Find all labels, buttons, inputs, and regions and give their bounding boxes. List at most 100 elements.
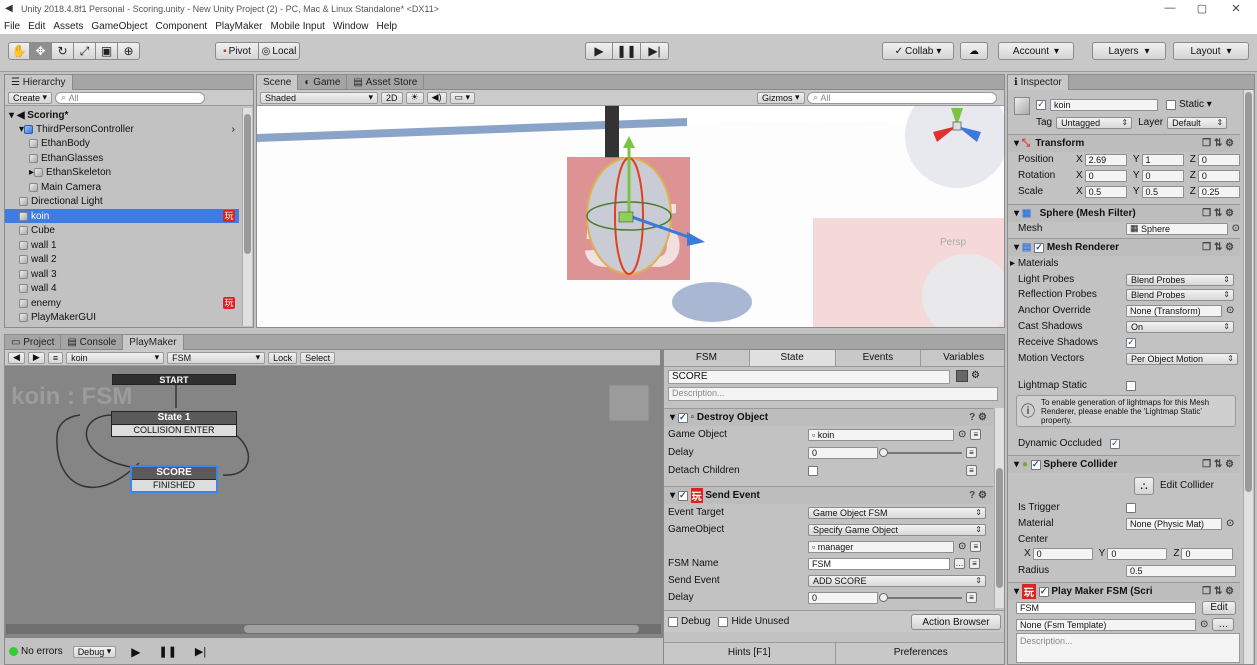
menu-assets[interactable]: Assets: [53, 21, 83, 32]
chevron-right-icon[interactable]: ›: [232, 124, 235, 135]
nav-forward-icon[interactable]: ▶: [27, 351, 45, 364]
tab-hierarchy[interactable]: ☰ Hierarchy: [5, 75, 73, 90]
preferences-button[interactable]: Preferences: [836, 643, 1005, 664]
component-menu-icon[interactable]: ❐ ⇅ ⚙: [1202, 208, 1234, 219]
playmaker-fsm-header[interactable]: ▾ 玩 ✓ Play Maker FSM (Scri ❐ ⇅ ⚙: [1008, 582, 1240, 600]
pause-icon[interactable]: ❚❚: [613, 42, 641, 60]
game-object-field[interactable]: ▫ koin: [808, 428, 954, 441]
inspector-scrollbar[interactable]: [1243, 90, 1253, 664]
param-menu-icon[interactable]: ≡: [966, 447, 977, 458]
pm-edit-button[interactable]: Edit: [1202, 600, 1236, 615]
event-target-dropdown[interactable]: Game Object FSM: [808, 506, 986, 519]
menu-window[interactable]: Window: [333, 21, 369, 32]
layer-dropdown[interactable]: Default: [1167, 116, 1228, 129]
collider-checkbox[interactable]: ✓: [1030, 459, 1041, 470]
scale-y-field[interactable]: 0.5: [1141, 185, 1184, 198]
reflection-probes-dropdown[interactable]: Blend Probes: [1126, 288, 1234, 301]
local-toggle[interactable]: ◎ Local: [258, 42, 300, 60]
audio-toggle-icon[interactable]: ◀): [426, 91, 447, 104]
hierarchy-item[interactable]: ▸ EthanSkeleton: [5, 166, 239, 180]
scale-tool-icon[interactable]: ⤢: [74, 42, 96, 60]
layers-dropdown[interactable]: Layers ▾: [1092, 42, 1166, 60]
edit-collider-label[interactable]: Edit Collider: [1160, 480, 1214, 491]
receive-shadows-checkbox[interactable]: ✓: [1126, 337, 1136, 348]
gameobject-mode-dropdown[interactable]: Specify Game Object: [808, 523, 986, 536]
shading-dropdown[interactable]: Shaded ▾: [260, 91, 378, 104]
lightmap-static-checkbox[interactable]: [1126, 380, 1136, 391]
cloud-icon[interactable]: ☁: [960, 42, 988, 60]
tab-game[interactable]: ◐ Game: [298, 75, 348, 90]
edit-collider-icon[interactable]: ⛬: [1134, 477, 1154, 495]
playmaker-badge-icon[interactable]: 玩: [223, 297, 235, 309]
cast-shadows-dropdown[interactable]: On: [1126, 320, 1234, 333]
state-name-field[interactable]: SCORE: [668, 370, 950, 384]
create-dropdown[interactable]: Create ▾: [8, 91, 53, 104]
start-node[interactable]: START: [112, 374, 236, 385]
debug-dropdown[interactable]: Debug ▾: [72, 645, 117, 658]
scene-search-input[interactable]: ⌕ All: [807, 91, 997, 104]
component-menu-icon[interactable]: ❐ ⇅ ⚙: [1202, 459, 1234, 470]
position-x-field[interactable]: 2.69: [1084, 153, 1127, 166]
send-event-dropdown[interactable]: ADD SCORE: [808, 574, 986, 587]
play-icon[interactable]: ▶: [585, 42, 613, 60]
close-icon[interactable]: ✕: [1224, 2, 1248, 16]
transform-header[interactable]: ▾ ⤡ Transform ❐ ⇅ ⚙: [1008, 134, 1240, 152]
hierarchy-item[interactable]: EthanBody: [5, 137, 239, 151]
rotation-y-field[interactable]: 0: [1141, 169, 1184, 182]
rotation-z-field[interactable]: 0: [1197, 169, 1241, 182]
menu-mobile-input[interactable]: Mobile Input: [270, 21, 324, 32]
menu-help[interactable]: Help: [377, 21, 398, 32]
pause-icon[interactable]: ❚❚: [158, 645, 176, 658]
tab-fsm[interactable]: FSM: [664, 350, 750, 366]
state-color-swatch[interactable]: [956, 370, 968, 382]
scene-viewport[interactable]: 55 Persp: [257, 106, 1005, 328]
hierarchy-item[interactable]: wall 4: [5, 282, 239, 296]
tab-console[interactable]: ▤ Console: [61, 335, 124, 350]
object-picker-icon[interactable]: ⊙: [1200, 619, 1208, 630]
hierarchy-search-input[interactable]: ⌕ All: [55, 91, 206, 104]
step-icon[interactable]: ▶|: [195, 645, 206, 658]
gizmos-dropdown[interactable]: Gizmos ▾: [757, 91, 805, 104]
hints-button[interactable]: Hints [F1]: [664, 643, 836, 664]
rect-tool-icon[interactable]: ▣: [96, 42, 118, 60]
active-checkbox[interactable]: ✓: [1036, 99, 1046, 110]
tab-variables[interactable]: Variables: [921, 350, 1004, 366]
pm-fsm-name-field[interactable]: FSM: [1016, 601, 1196, 614]
delay-slider[interactable]: [879, 447, 962, 457]
collab-dropdown[interactable]: ✓ Collab ▾: [882, 42, 954, 60]
tab-inspector[interactable]: ℹ Inspector: [1008, 75, 1069, 90]
more-icon[interactable]: …: [954, 558, 965, 569]
mode-2d-toggle[interactable]: 2D: [381, 91, 403, 104]
light-probes-dropdown[interactable]: Blend Probes: [1126, 273, 1234, 286]
tab-events[interactable]: Events: [836, 350, 922, 366]
center-x-field[interactable]: 0: [1032, 547, 1093, 560]
destroy-object-checkbox[interactable]: ✓: [677, 412, 688, 423]
hand-tool-icon[interactable]: ✋: [8, 42, 30, 60]
pm-template-more-button[interactable]: …: [1212, 618, 1235, 631]
hierarchy-item[interactable]: Main Camera: [5, 180, 239, 194]
center-y-field[interactable]: 0: [1107, 547, 1168, 560]
move-tool-icon[interactable]: ✥: [30, 42, 52, 60]
list-menu-icon[interactable]: ≡: [47, 351, 64, 364]
pivot-toggle[interactable]: ▪ Pivot: [215, 42, 259, 60]
hierarchy-item[interactable]: wall 2: [5, 253, 239, 267]
component-menu-icon[interactable]: ❐ ⇅ ⚙: [1202, 138, 1234, 149]
mesh-filter-header[interactable]: ▾ ▦ Sphere (Mesh Filter) ❐ ⇅ ⚙: [1008, 204, 1240, 222]
hierarchy-item[interactable]: koin 玩: [5, 209, 239, 223]
play-icon[interactable]: ▶: [131, 645, 140, 659]
send-event-header[interactable]: ▾ ✓ 玩 Send Event? ⚙: [664, 486, 993, 504]
playmaker-badge-icon[interactable]: 玩: [223, 210, 235, 222]
state-description-field[interactable]: Description...: [668, 387, 998, 401]
send-delay-slider[interactable]: [879, 592, 962, 602]
maximize-icon[interactable]: ▢: [1190, 2, 1214, 16]
action-browser-button[interactable]: Action Browser: [911, 614, 1001, 630]
param-menu-icon[interactable]: ≡: [966, 465, 977, 476]
anchor-override-field[interactable]: None (Transform): [1126, 304, 1222, 317]
component-menu-icon[interactable]: ❐ ⇅ ⚙: [1202, 242, 1234, 253]
hierarchy-scrollbar[interactable]: [242, 108, 252, 326]
menu-edit[interactable]: Edit: [28, 21, 45, 32]
score-node[interactable]: SCORE FINISHED: [130, 465, 218, 493]
object-picker-icon[interactable]: ⊙: [958, 541, 966, 552]
nav-back-icon[interactable]: ◀: [8, 351, 25, 364]
object-picker-icon[interactable]: ⊙: [1226, 518, 1234, 529]
